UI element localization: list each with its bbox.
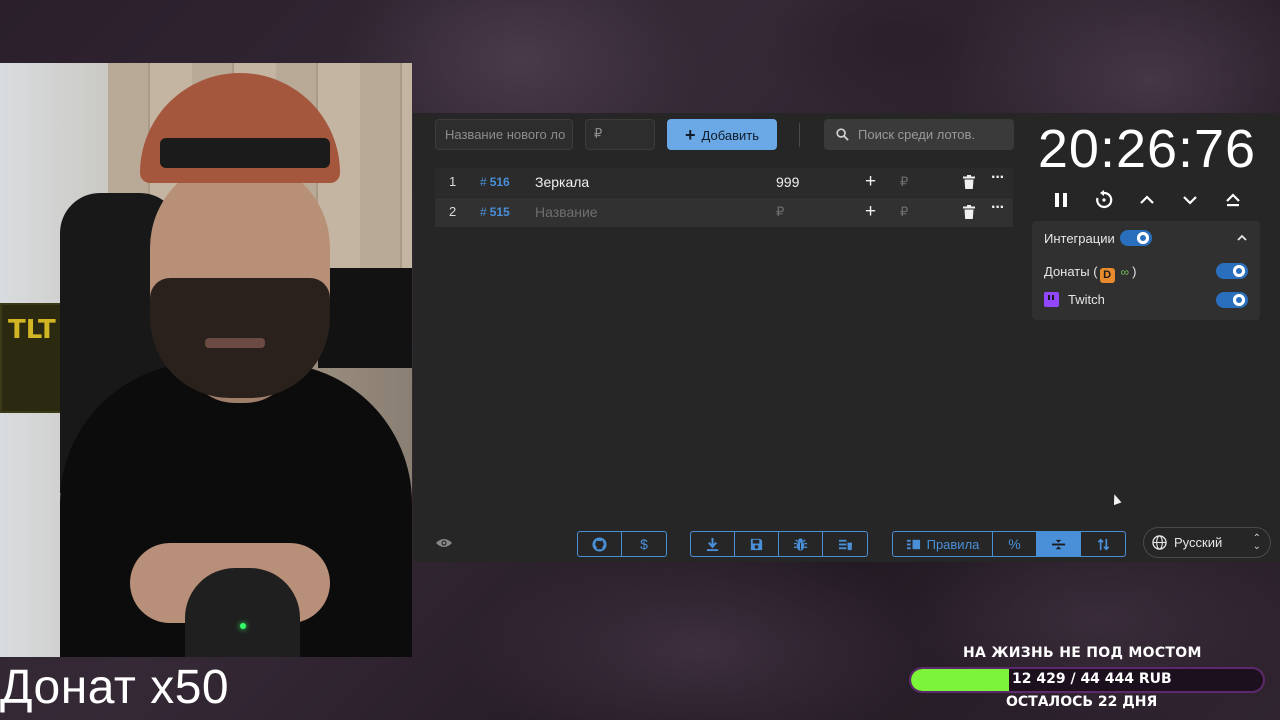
lot-amount[interactable]: ₽ xyxy=(776,204,784,220)
goal-amount: 12 429 / 44 444 RUB xyxy=(1012,671,1172,687)
donationalerts-icon: D xyxy=(1099,268,1115,283)
lot-index: 1 xyxy=(449,174,457,189)
view-button-group: Правила % xyxy=(892,531,1126,557)
pause-button[interactable] xyxy=(1048,187,1074,213)
chevron-up-icon xyxy=(1140,195,1154,204)
lot-index: 2 xyxy=(449,204,457,219)
timer-controls xyxy=(1043,187,1253,213)
webcam-microphone xyxy=(185,568,300,657)
lot-add-amount-input[interactable]: ₽ xyxy=(900,174,908,190)
new-lot-name-input[interactable]: Название нового ло xyxy=(435,119,573,150)
lot-more-menu-button[interactable]: ··· xyxy=(991,199,1005,217)
save-button[interactable] xyxy=(735,532,779,556)
lot-search-placeholder: Поиск среди лотов. xyxy=(858,127,975,142)
lot-add-amount-button[interactable]: + xyxy=(865,171,876,193)
add-lot-label: Добавить xyxy=(701,128,759,143)
search-icon xyxy=(836,128,849,141)
reset-timer-button[interactable] xyxy=(1091,187,1117,213)
integrations-toggle[interactable] xyxy=(1120,230,1152,246)
auction-app: Название нового ло ₽ + Добавить Поиск сре… xyxy=(413,113,1280,562)
loop-icon: ∞ xyxy=(1120,265,1130,279)
donations-label-prefix: Донаты ( xyxy=(1044,264,1098,279)
timer-decrease-button[interactable] xyxy=(1177,187,1203,213)
lot-id[interactable]: #516 xyxy=(480,175,510,189)
donations-integration: Донаты (D ∞) xyxy=(1044,264,1136,283)
reset-icon xyxy=(1096,190,1113,209)
lot-id-hash: # xyxy=(480,205,487,219)
webcam-monitor xyxy=(318,268,412,368)
lot-add-amount-input[interactable]: ₽ xyxy=(900,204,908,220)
sort-button[interactable] xyxy=(1081,532,1125,556)
webcam-person-capband xyxy=(160,138,330,168)
language-label: Русский xyxy=(1174,535,1223,550)
timer-increase-button[interactable] xyxy=(1134,187,1160,213)
timer-double-up-button[interactable] xyxy=(1220,187,1246,213)
lot-name[interactable]: Зеркала xyxy=(535,174,589,190)
github-button[interactable] xyxy=(578,532,622,556)
twitch-label: Twitch xyxy=(1068,292,1105,307)
percent-button[interactable]: % xyxy=(993,532,1037,556)
lot-name[interactable]: Название xyxy=(535,204,598,220)
file-button-group xyxy=(690,531,868,557)
lot-id-hash: # xyxy=(480,175,487,189)
download-button[interactable] xyxy=(691,532,735,556)
lot-amount[interactable]: 999 xyxy=(776,174,799,190)
goal-title: НА ЖИЗНЬ НЕ ПОД МОСТОМ xyxy=(963,645,1202,661)
twitch-toggle[interactable] xyxy=(1216,292,1248,308)
auction-timer: 20:26:76 xyxy=(1037,119,1257,179)
lot-add-amount-button[interactable]: + xyxy=(865,201,876,223)
split-icon xyxy=(1051,539,1066,549)
eject-icon xyxy=(1226,193,1240,207)
clear-lots-button[interactable] xyxy=(823,532,867,556)
lot-row[interactable]: 2 #515 Название ₽ + ₽ ··· xyxy=(435,198,1013,227)
goal-progress-fill xyxy=(911,669,1010,691)
chevron-updown-icon: ⌃ ⌄ xyxy=(1252,533,1261,552)
lot-id-number: 516 xyxy=(489,175,510,189)
integrations-panel: Интеграции Донаты (D ∞) Twitch xyxy=(1032,221,1260,320)
webcam-person-mouth xyxy=(205,338,265,348)
chevron-down-icon xyxy=(1183,196,1197,205)
globe-icon xyxy=(1152,535,1167,550)
donations-label-suffix: ) xyxy=(1132,264,1137,279)
webcam-led xyxy=(240,623,246,629)
toolbar-divider xyxy=(799,123,800,147)
donate-dollar-button[interactable]: $ xyxy=(622,532,666,556)
add-lot-button[interactable]: + Добавить xyxy=(667,119,777,150)
donate-multiplier-overlay: Донат x50 xyxy=(0,661,230,714)
twitch-icon xyxy=(1044,292,1059,307)
lot-search-input[interactable]: Поиск среди лотов. xyxy=(824,119,1014,150)
download-icon xyxy=(706,537,719,551)
language-select[interactable]: Русский ⌃ ⌄ xyxy=(1143,527,1271,558)
plus-icon: + xyxy=(685,125,696,145)
trash-icon[interactable] xyxy=(963,175,975,189)
new-lot-price-input[interactable]: ₽ xyxy=(585,119,655,150)
chevron-up-icon[interactable] xyxy=(1236,232,1248,244)
sort-icon xyxy=(1097,538,1109,550)
list-icon xyxy=(906,539,920,549)
trash-icon[interactable] xyxy=(963,205,975,219)
bug-icon xyxy=(793,537,808,551)
report-bug-button[interactable] xyxy=(779,532,823,556)
twitch-integration: Twitch xyxy=(1044,292,1105,307)
lot-more-menu-button[interactable]: ··· xyxy=(991,169,1005,187)
rules-label: Правила xyxy=(926,536,980,552)
webcam-feed: TLT xyxy=(0,63,412,657)
rules-button[interactable]: Правила xyxy=(893,532,993,556)
lot-id[interactable]: #515 xyxy=(480,205,510,219)
lot-row[interactable]: 1 #516 Зеркала 999 + ₽ ··· xyxy=(435,168,1013,197)
github-icon xyxy=(592,536,607,552)
donations-toggle[interactable] xyxy=(1216,263,1248,279)
pause-icon xyxy=(1055,193,1067,207)
clear-list-icon xyxy=(838,539,852,550)
goal-remaining: ОСТАЛОСЬ 22 ДНЯ xyxy=(1006,694,1158,710)
links-button-group: $ xyxy=(577,531,667,557)
eye-icon[interactable] xyxy=(436,537,452,549)
lot-id-number: 515 xyxy=(489,205,510,219)
integrations-title: Интеграции xyxy=(1044,231,1115,246)
split-view-button[interactable] xyxy=(1037,532,1081,556)
save-icon xyxy=(750,538,763,550)
